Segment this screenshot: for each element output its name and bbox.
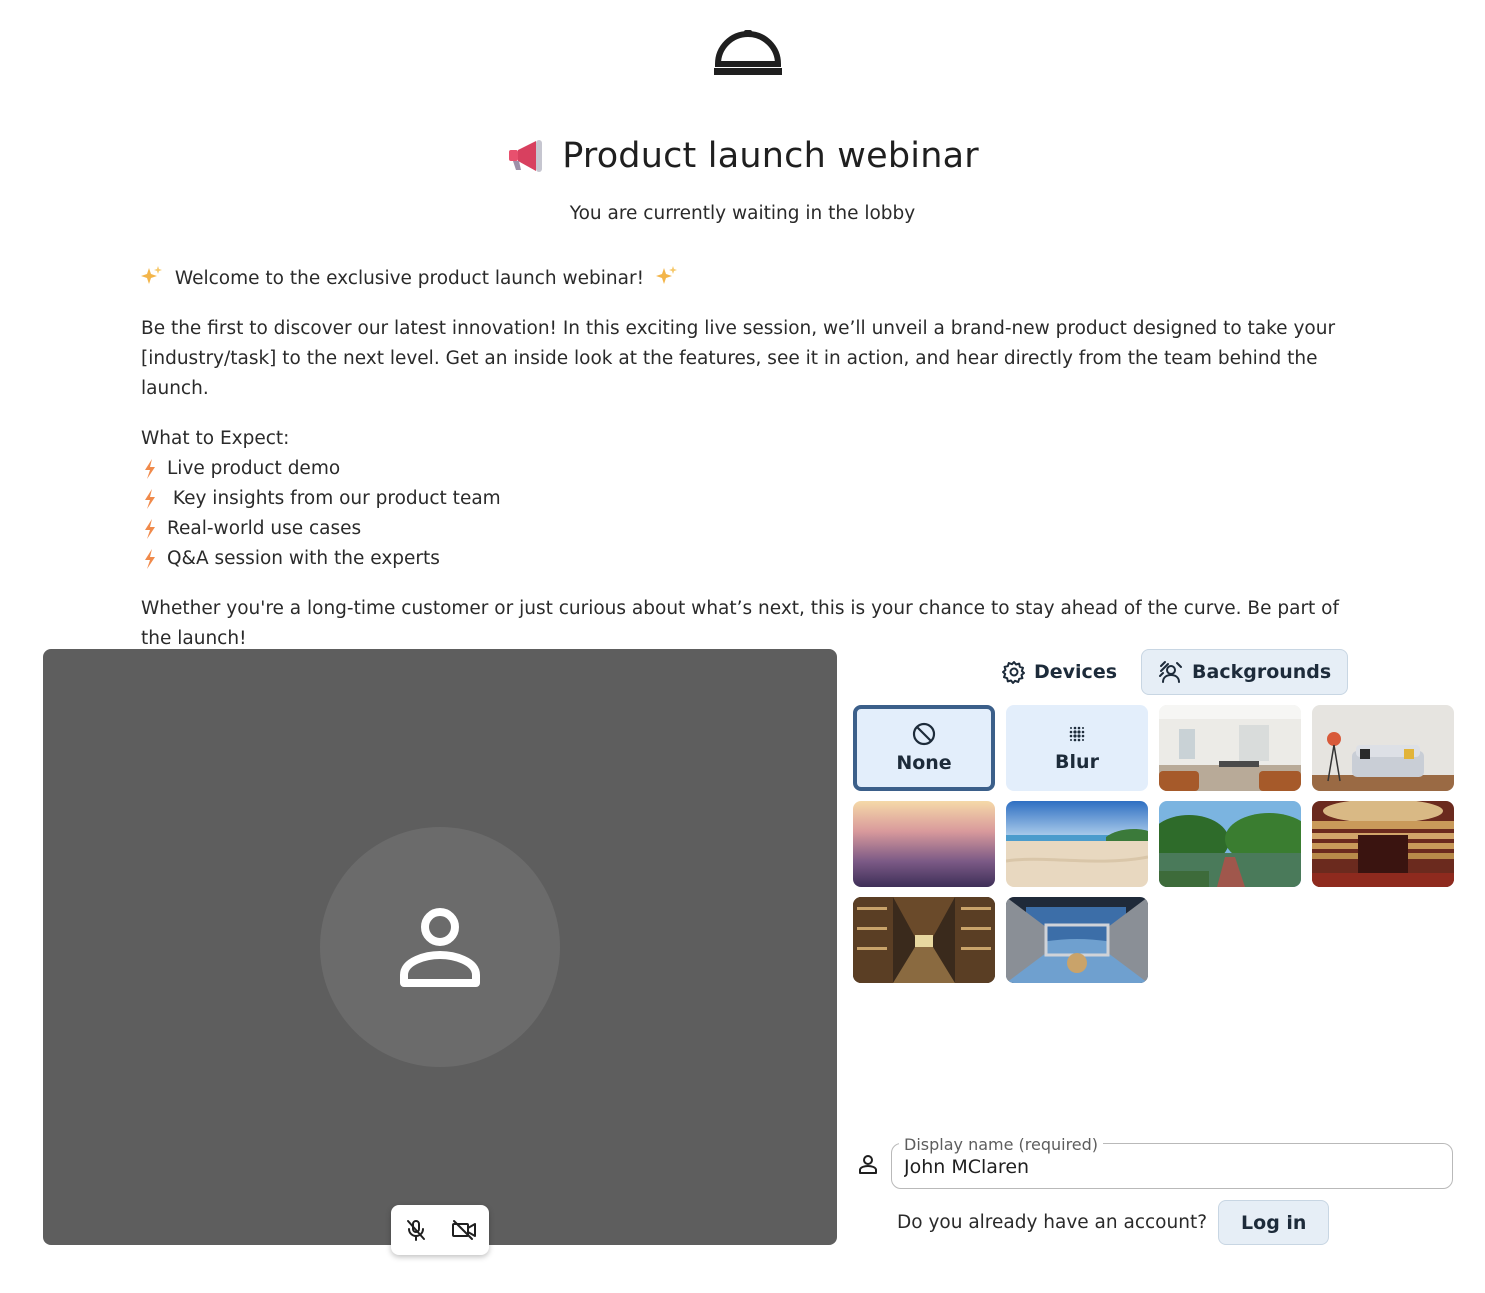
expect-section: What to Expect: Live product demo Key in… xyxy=(141,424,1341,574)
background-opera-house[interactable] xyxy=(1312,801,1454,887)
tab-backgrounds-label: Backgrounds xyxy=(1192,661,1332,683)
display-name-label: Display name (required) xyxy=(899,1135,1104,1154)
closing-paragraph: Whether you're a long-time customer or j… xyxy=(141,598,1340,649)
gear-icon xyxy=(1002,661,1025,684)
tab-backgrounds[interactable]: Backgrounds xyxy=(1141,649,1349,695)
space-station-image xyxy=(1006,897,1148,983)
library-image xyxy=(853,897,995,983)
background-none[interactable]: None xyxy=(853,705,995,791)
background-options: None Blur xyxy=(853,705,1454,983)
list-item-text: Live product demo xyxy=(167,458,341,479)
list-item-text: Real-world use cases xyxy=(167,518,362,539)
microphone-off-icon xyxy=(407,1220,425,1241)
service-bell-icon xyxy=(714,30,782,75)
account-row: Do you already have an account? Log in xyxy=(897,1200,1330,1245)
camera-toggle[interactable] xyxy=(450,1216,478,1244)
microphone-toggle[interactable] xyxy=(402,1216,430,1244)
list-item-text: Key insights from our product team xyxy=(167,488,501,509)
camera-off-icon xyxy=(452,1220,476,1240)
no-background-icon xyxy=(912,722,936,746)
display-name-input[interactable] xyxy=(904,1156,1434,1178)
background-sunset[interactable] xyxy=(853,801,995,887)
background-living-room[interactable] xyxy=(1312,705,1454,791)
sunset-gradient-image xyxy=(853,801,995,887)
video-preview xyxy=(43,649,837,1255)
sparkles-icon xyxy=(655,266,677,284)
background-space-station[interactable] xyxy=(1006,897,1148,983)
list-item: Live product demo xyxy=(141,454,1341,484)
background-park-bridge[interactable] xyxy=(1159,801,1301,887)
list-item-text: Q&A session with the experts xyxy=(167,548,440,569)
list-item: Real-world use cases xyxy=(141,514,1341,544)
lightning-bolt-icon xyxy=(145,549,155,569)
lightning-bolt-icon xyxy=(145,489,155,509)
opera-house-image xyxy=(1312,801,1454,887)
background-library[interactable] xyxy=(853,897,995,983)
avatar xyxy=(320,827,560,1067)
lobby-status: You are currently waiting in the lobby xyxy=(569,203,916,224)
blur-icon xyxy=(1069,726,1085,742)
person-icon xyxy=(859,1155,877,1174)
account-question: Do you already have an account? xyxy=(897,1212,1208,1233)
settings-tabs: Devices Backgrounds xyxy=(990,649,1349,695)
login-button[interactable]: Log in xyxy=(1218,1200,1330,1245)
person-icon xyxy=(400,908,480,987)
megaphone-icon xyxy=(509,140,543,172)
background-none-label: None xyxy=(896,752,952,774)
intro-paragraph: Be the first to discover our latest inno… xyxy=(141,318,1336,399)
media-controls xyxy=(391,1205,489,1255)
office-loft-image xyxy=(1159,705,1301,791)
park-bridge-image xyxy=(1159,801,1301,887)
background-blur-label: Blur xyxy=(1055,751,1099,773)
background-office-loft[interactable] xyxy=(1159,705,1301,791)
living-room-image xyxy=(1312,705,1454,791)
list-item: Q&A session with the experts xyxy=(141,544,1341,574)
tab-devices-label: Devices xyxy=(1034,661,1118,683)
welcome-line: Welcome to the exclusive product launch … xyxy=(141,264,1341,294)
sparkles-icon xyxy=(141,266,162,284)
list-item: Key insights from our product team xyxy=(141,484,1341,514)
background-beach[interactable] xyxy=(1006,801,1148,887)
display-name-row: Display name (required) xyxy=(853,1135,1453,1191)
page-header: Product launch webinar xyxy=(0,136,1485,176)
lightning-bolt-icon xyxy=(145,459,155,479)
tab-devices[interactable]: Devices xyxy=(990,649,1129,695)
beach-image xyxy=(1006,801,1148,887)
expect-heading: What to Expect: xyxy=(141,428,290,449)
page-title: Product launch webinar xyxy=(562,136,979,176)
background-replace-icon xyxy=(1159,661,1183,683)
background-blur[interactable]: Blur xyxy=(1006,705,1148,791)
lightning-bolt-icon xyxy=(145,519,155,539)
event-description: Welcome to the exclusive product launch … xyxy=(141,264,1341,674)
welcome-text: Welcome to the exclusive product launch … xyxy=(174,268,645,289)
